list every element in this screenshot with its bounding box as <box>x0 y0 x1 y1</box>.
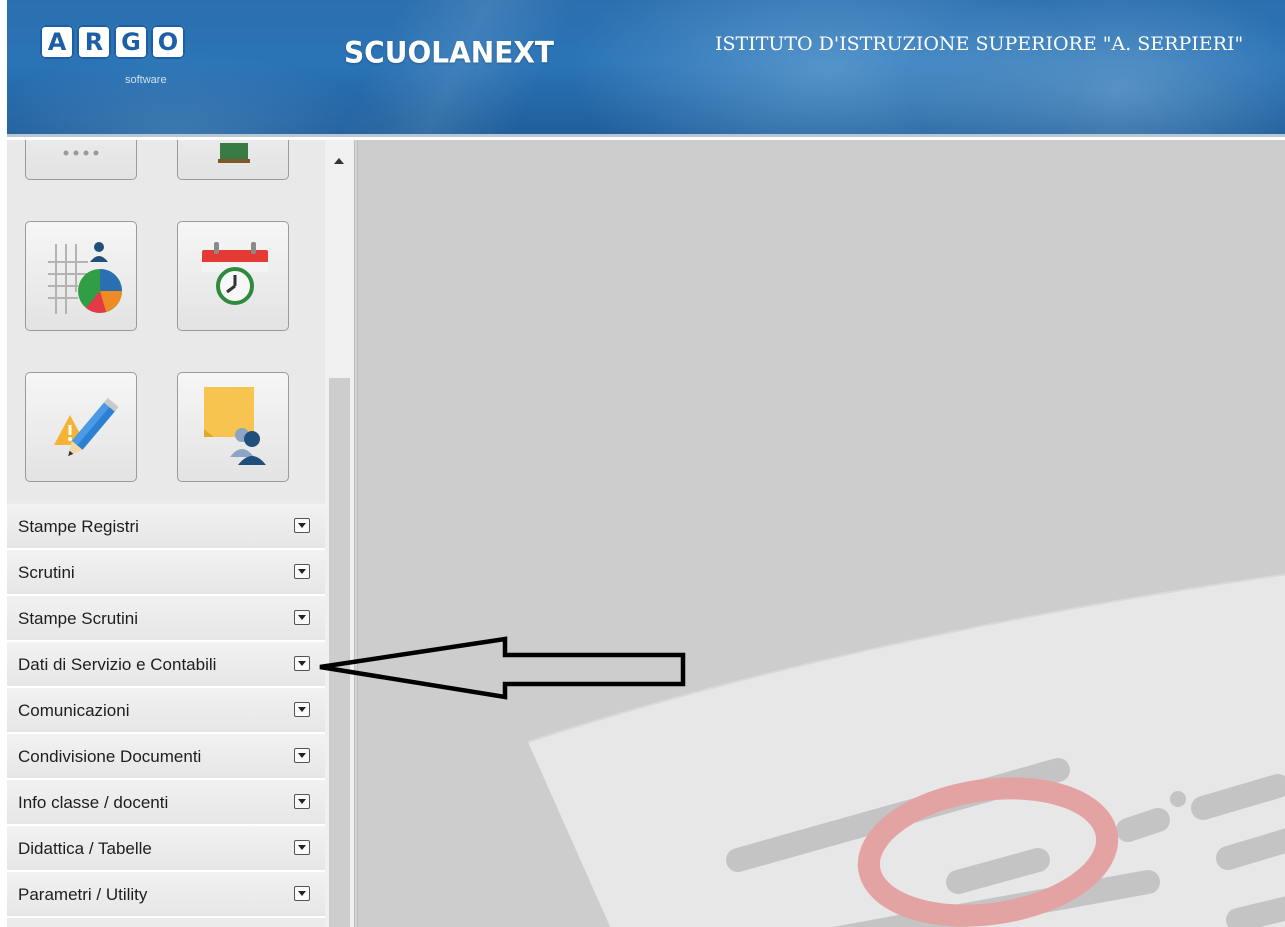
sidebar-scrollbar[interactable] <box>325 140 354 927</box>
menu-item-label: Scrutini <box>18 563 75 582</box>
expand-dropdown-icon[interactable] <box>294 518 310 533</box>
school-name: ISTITUTO D'ISTRUZIONE SUPERIORE "A. SERP… <box>715 33 1244 55</box>
menu-item-label: Parametri / Utility <box>18 885 148 904</box>
board-icon-partial[interactable] <box>177 140 289 180</box>
expand-dropdown-icon[interactable] <box>294 702 310 717</box>
expand-dropdown-icon[interactable] <box>294 886 310 901</box>
sticky-note-users-icon[interactable] <box>177 372 289 482</box>
logo-letter: R <box>77 25 111 59</box>
app-title: SCUOLANEXT <box>344 35 555 70</box>
statistics-pie-chart-icon[interactable] <box>25 221 137 331</box>
menu-item-label: Condivisione Documenti <box>18 747 202 766</box>
expand-dropdown-icon[interactable] <box>294 794 310 809</box>
expand-dropdown-icon[interactable] <box>294 610 310 625</box>
scroll-up-arrow-icon[interactable] <box>334 158 344 164</box>
menu-item-comunicazioni[interactable]: Comunicazioni <box>7 688 325 734</box>
menu-item-label: Stampe Registri <box>18 517 139 536</box>
logo-letter: G <box>114 25 148 59</box>
menu-item-label: Didattica / Tabelle <box>18 839 152 858</box>
app-header: A R G O software SCUOLANEXT ISTITUTO D'I… <box>7 0 1285 137</box>
menu-item-parametri-utility[interactable]: Parametri / Utility <box>7 872 325 918</box>
menu-item-label: Dati di Servizio e Contabili <box>18 655 217 674</box>
document-watermark-icon <box>527 573 1285 927</box>
sidebar-menu: Stampe Registri Scrutini Stampe Scrutini… <box>7 504 325 918</box>
grid-icon-partial[interactable] <box>25 140 137 180</box>
menu-item-condivisione-documenti[interactable]: Condivisione Documenti <box>7 734 325 780</box>
expand-dropdown-icon[interactable] <box>294 748 310 763</box>
warning-pencil-icon[interactable] <box>25 372 137 482</box>
logo-letter: O <box>151 25 185 59</box>
expand-dropdown-icon[interactable] <box>294 840 310 855</box>
icon-tile-pane <box>7 140 325 502</box>
scroll-thumb[interactable] <box>329 378 350 927</box>
main-content <box>358 140 1285 927</box>
menu-item-info-classe-docenti[interactable]: Info classe / docenti <box>7 780 325 826</box>
menu-item-label: Stampe Scrutini <box>18 609 138 628</box>
menu-item-stampe-scrutini[interactable]: Stampe Scrutini <box>7 596 325 642</box>
menu-item-didattica-tabelle[interactable]: Didattica / Tabelle <box>7 826 325 872</box>
logo-letter: A <box>40 25 74 59</box>
expand-dropdown-icon[interactable] <box>294 564 310 579</box>
menu-item-dati-di-servizio[interactable]: Dati di Servizio e Contabili <box>7 642 325 688</box>
menu-item-label: Comunicazioni <box>18 701 130 720</box>
expand-dropdown-icon[interactable] <box>294 656 310 671</box>
argo-logo[interactable]: A R G O <box>40 25 185 59</box>
header-divider <box>7 134 1285 137</box>
sidebar: Stampe Registri Scrutini Stampe Scrutini… <box>7 140 325 927</box>
menu-item-label: Info classe / docenti <box>18 793 169 812</box>
menu-item-scrutini[interactable]: Scrutini <box>7 550 325 596</box>
header-highlight <box>907 0 1285 137</box>
calendar-clock-icon[interactable] <box>177 221 289 331</box>
menu-item-stampe-registri[interactable]: Stampe Registri <box>7 504 325 550</box>
logo-subtitle: software <box>125 74 167 86</box>
